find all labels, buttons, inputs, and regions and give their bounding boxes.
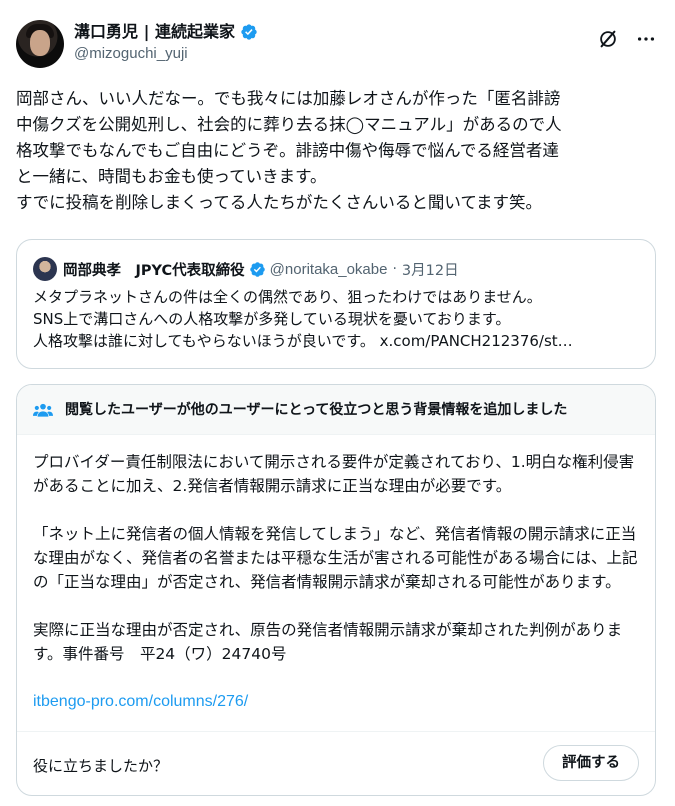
author-handle[interactable]: @mizoguchi_yuji xyxy=(74,44,258,64)
tweet-text: 岡部さん、いい人だなー。でも我々には加藤レオさんが作った「匿名誹謗 中傷クズを公… xyxy=(16,89,562,212)
quote-line: メタプラネットさんの件は全くの偶然であり、狙ったわけではありません。 xyxy=(33,288,542,306)
community-note: 閲覧したユーザーが他のユーザーにとって役立つと思う背景情報を追加しました プロバ… xyxy=(16,384,656,796)
more-icon[interactable] xyxy=(635,28,657,50)
community-note-body: プロバイダー責任制限法において開示される要件が定義されており、1.明白な権利侵害… xyxy=(33,450,643,690)
community-note-header: 閲覧したユーザーが他のユーザーにとって役立つと思う背景情報を追加しました xyxy=(17,385,655,435)
verified-badge-icon xyxy=(241,24,257,40)
author-names: 溝口勇児 | 連続起業家 @mizoguchi_yuji xyxy=(74,22,258,64)
grok-icon[interactable] xyxy=(597,28,619,50)
rate-button[interactable]: 評価する xyxy=(543,745,639,781)
divider xyxy=(17,731,655,732)
note-source-link[interactable]: itbengo-pro.com/columns/276/ xyxy=(33,693,248,711)
quote-line: 人格攻撃は誰に対してもやらないほうが良いです。 x.com/PANCH21237… xyxy=(33,332,573,350)
quote-verified-badge-icon xyxy=(249,261,265,277)
quote-header: 岡部典孝 JPYC代表取締役 @noritaka_okabe · 3月12日 xyxy=(33,257,459,281)
quote-tweet[interactable]: 岡部典孝 JPYC代表取締役 @noritaka_okabe · 3月12日 メ… xyxy=(16,239,656,369)
quote-separator: · xyxy=(392,261,397,277)
author-display-name[interactable]: 溝口勇児 | 連続起業家 xyxy=(74,22,235,42)
quote-line: SNS上で溝口さんへの人格攻撃が多発している現状を憂いております。 xyxy=(33,310,511,328)
people-icon xyxy=(33,403,53,417)
quote-date: 3月12日 xyxy=(401,262,459,279)
note-paragraph: 「ネット上に発信者の個人情報を発信してしまう」など、発信者情報の開示請求に正当な… xyxy=(33,525,638,591)
quote-author-handle: @noritaka_okabe xyxy=(269,260,388,278)
note-paragraph: プロバイダー責任制限法において開示される要件が定義されており、1.明白な権利侵害… xyxy=(33,453,635,495)
tweet-header: 溝口勇児 | 連続起業家 @mizoguchi_yuji xyxy=(16,18,659,70)
note-paragraph: 実際に正当な理由が否定され、原告の発信者情報開示請求が棄却された判例があります。… xyxy=(33,621,623,663)
quote-author-name: 岡部典孝 JPYC代表取締役 xyxy=(63,262,245,279)
helpful-question: 役に立ちましたか？ xyxy=(33,757,169,775)
quote-author-avatar xyxy=(33,257,57,281)
community-note-title: 閲覧したユーザーが他のユーザーにとって役立つと思う背景情報を追加しました xyxy=(65,402,568,418)
quote-text: メタプラネットさんの件は全くの偶然であり、狙ったわけではありません。 SNS上で… xyxy=(33,286,643,352)
author-avatar[interactable] xyxy=(16,20,64,68)
